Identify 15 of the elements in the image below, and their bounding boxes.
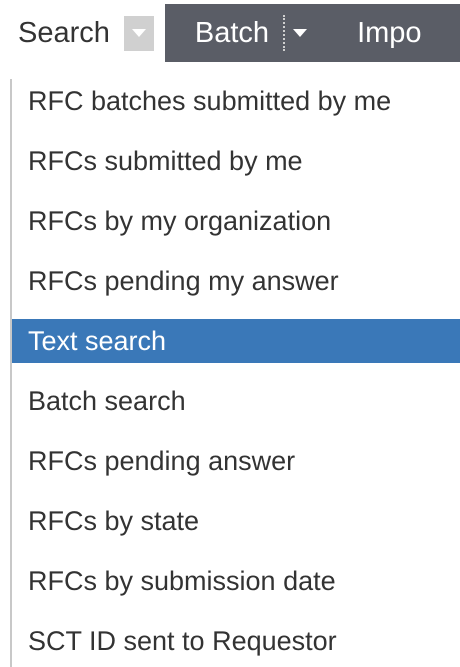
caret-icon <box>293 29 308 37</box>
menu-item[interactable]: SCT ID sent to Requestor <box>12 619 460 663</box>
menu-item[interactable]: RFCs pending answer <box>12 439 460 483</box>
menu-item[interactable]: Text search <box>12 319 460 363</box>
batch-button[interactable]: Batch <box>164 18 284 48</box>
menu-item[interactable]: RFCs by my organization <box>12 199 460 243</box>
search-menu-button[interactable]: Search <box>0 18 124 48</box>
menu-item[interactable]: RFC batches submitted by me <box>12 79 460 123</box>
menu-item[interactable]: Batch search <box>12 379 460 423</box>
menu-item[interactable]: RFCs by submission date <box>12 559 460 603</box>
import-button[interactable]: Impo <box>315 18 422 48</box>
menu-item[interactable]: RFCs submitted by me <box>12 139 460 183</box>
menu-item[interactable]: RFCs by state <box>12 499 460 543</box>
caret-icon <box>132 29 146 37</box>
menu-item[interactable]: RFCs pending my answer <box>12 259 460 303</box>
